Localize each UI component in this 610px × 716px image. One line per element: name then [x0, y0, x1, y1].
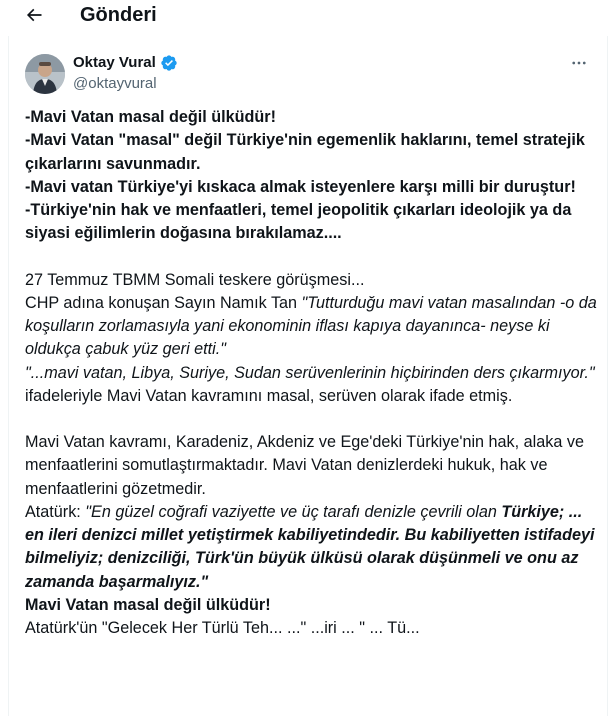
post-text: -Mavi Vatan masal değil ülküdür! -Mavi V… [25, 106, 597, 640]
arrow-left-icon [26, 8, 42, 22]
author-name[interactable]: Oktay Vural [73, 53, 178, 73]
post-paragraph: "...mavi vatan, Libya, Suriye, Sudan ser… [25, 362, 597, 409]
author-name-text: Oktay Vural [73, 54, 156, 71]
text-run: Atatürk: [25, 502, 86, 521]
avatar[interactable] [25, 54, 65, 94]
post-line: -Mavi vatan Türkiye'yi kıskaca almak ist… [25, 177, 576, 196]
verified-badge-icon [161, 55, 177, 71]
quote-text: "En güzel coğrafi vaziyette ve üç tarafı… [85, 502, 502, 521]
back-button[interactable] [16, 1, 52, 29]
post-paragraph: Atatürk: "En güzel coğrafi vaziyette ve … [25, 501, 597, 594]
post-line: -Mavi Vatan "masal" değil Türkiye'nin eg… [25, 131, 585, 173]
post-line: -Türkiye'nin hak ve menfaatleri, temel j… [25, 201, 572, 243]
post-line: -Mavi Vatan masal değil ülküdür! [25, 108, 276, 126]
text-run: ifadeleriyle Mavi Vatan kavramını masal,… [25, 386, 513, 405]
text-run: CHP adına konuşan Sayın Namık Tan [25, 293, 302, 312]
post-card: Oktay Vural @oktayvural -Mavi Vatan masa… [8, 36, 608, 716]
post-paragraph: Mavi Vatan kavramı, Karadeniz, Akdeniz v… [25, 433, 584, 498]
avatar-image [25, 54, 65, 94]
quote-text: "...mavi vatan, Libya, Suriye, Sudan ser… [25, 363, 595, 382]
more-options-button[interactable] [565, 52, 593, 74]
page-title: Gönderi [80, 4, 157, 26]
top-bar: Gönderi [0, 0, 610, 32]
post-line: Mavi Vatan masal değil ülküdür! [25, 595, 271, 614]
post-line-cut: Atatürk'ün "Gelecek Her Türlü Teh... ...… [25, 619, 420, 637]
author-handle[interactable]: @oktayvural [73, 74, 157, 94]
more-horizontal-icon [572, 61, 586, 65]
post-paragraph: CHP adına konuşan Sayın Namık Tan "Tuttu… [25, 292, 597, 362]
post-line: 27 Temmuz TBMM Somali teskere görüşmesi.… [25, 270, 365, 289]
